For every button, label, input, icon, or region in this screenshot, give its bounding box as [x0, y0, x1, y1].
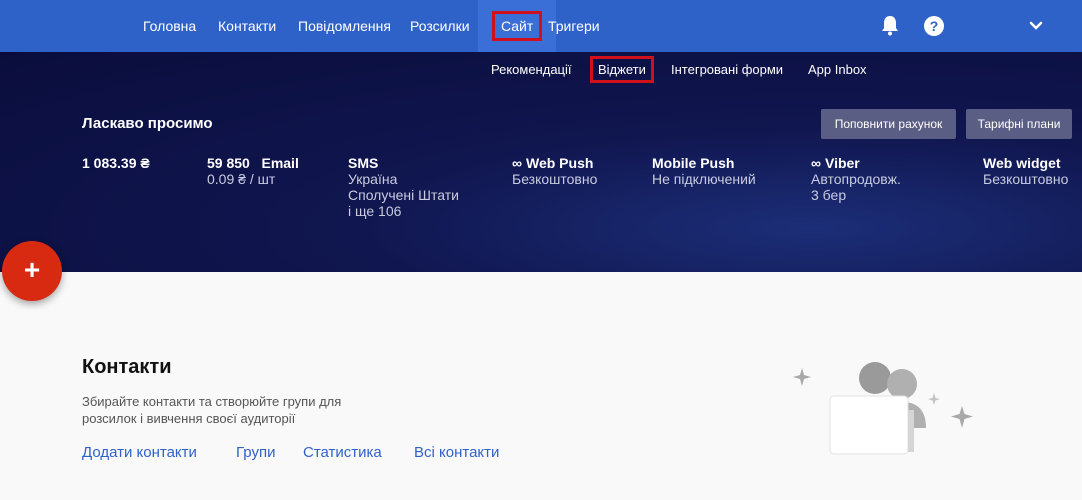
viber-sub-1: Автопродовж. [811, 171, 901, 187]
subnav-app-inbox[interactable]: App Inbox [808, 62, 867, 77]
nav-home[interactable]: Головна [143, 0, 196, 52]
infinity-icon: ∞ [512, 155, 522, 171]
contacts-title: Контакти [82, 356, 172, 378]
add-fab-button[interactable]: + [2, 241, 62, 301]
groups-link[interactable]: Групи [236, 444, 275, 461]
account-header: Рекомендації Віджети Інтегровані форми A… [0, 52, 1082, 272]
top-navbar: Головна Контакти Повідомлення Розсилки С… [0, 0, 1082, 52]
statistics-link[interactable]: Статистика [303, 444, 382, 461]
contacts-description: Збирайте контакти та створюйте групи для… [82, 394, 342, 426]
email-title: 59 850 Email [207, 155, 299, 171]
nav-triggers[interactable]: Тригери [548, 0, 600, 52]
sms-stat: SMS Україна Сполучені Штати і ще 106 [348, 155, 459, 219]
add-contacts-link[interactable]: Додати контакти [82, 444, 197, 461]
contacts-illustration-icon [793, 362, 973, 455]
nav-site-label: Сайт [492, 11, 543, 42]
help-icon[interactable]: ? [924, 16, 944, 36]
sms-country-2: Сполучені Штати [348, 187, 459, 203]
welcome-title: Ласкаво просимо [82, 115, 213, 132]
subnav-recommendations[interactable]: Рекомендації [491, 62, 572, 77]
bell-icon[interactable] [880, 14, 900, 36]
subnav-integrated-forms[interactable]: Інтегровані форми [671, 62, 783, 77]
nav-contacts[interactable]: Контакти [218, 0, 276, 52]
sms-title: SMS [348, 155, 379, 171]
mobilepush-stat: Mobile Push Не підключений [652, 155, 756, 187]
nav-messages[interactable]: Повідомлення [298, 0, 391, 52]
nav-site[interactable]: Сайт [478, 0, 557, 52]
webpush-title: Web Push [525, 155, 594, 171]
webwidget-stat: Web widget Безкоштовно [983, 155, 1068, 187]
plans-button[interactable]: Тарифні плани [966, 109, 1072, 139]
email-price: 0.09 ₴ / шт [207, 171, 276, 187]
balance: 1 083.39 ₴ [82, 155, 150, 171]
subnav-widgets[interactable]: Віджети [590, 56, 654, 83]
topup-button[interactable]: Поповнити рахунок [821, 109, 956, 139]
viber-stat: ∞ Viber Автопродовж. 3 бер [811, 155, 901, 203]
infinity-icon: ∞ [811, 155, 821, 171]
chevron-down-icon[interactable] [1028, 18, 1044, 34]
mobilepush-sub: Не підключений [652, 171, 756, 187]
viber-title: Viber [824, 155, 860, 171]
webpush-stat: ∞ Web Push Безкоштовно [512, 155, 597, 187]
email-stat: 59 850 Email 0.09 ₴ / шт [207, 155, 299, 187]
balance-value: 1 083.39 ₴ [82, 155, 150, 171]
mobilepush-title: Mobile Push [652, 155, 735, 171]
webwidget-sub: Безкоштовно [983, 171, 1069, 187]
sms-more: і ще 106 [348, 203, 402, 219]
all-contacts-link[interactable]: Всі контакти [414, 444, 499, 461]
webwidget-title: Web widget [983, 155, 1061, 171]
sms-country-1: Україна [348, 171, 398, 187]
nav-mailings[interactable]: Розсилки [410, 0, 470, 52]
viber-sub-2: 3 бер [811, 187, 847, 203]
webpush-sub: Безкоштовно [512, 171, 598, 187]
